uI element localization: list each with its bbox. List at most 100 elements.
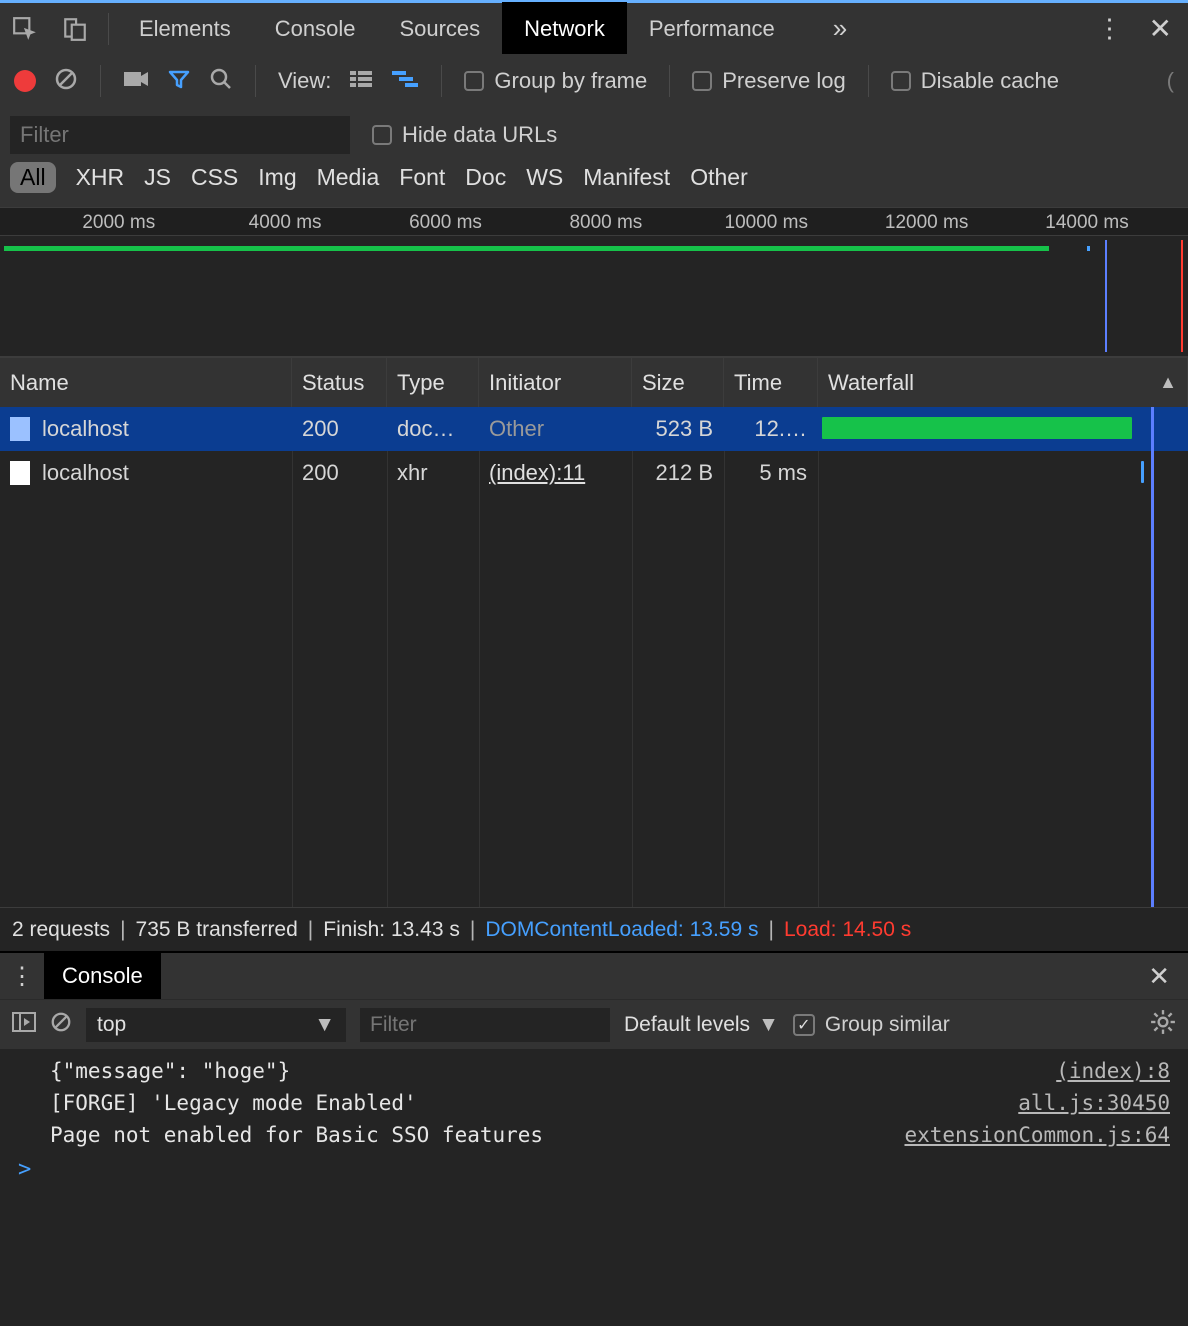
drawer-kebab-icon[interactable]: ⋮ bbox=[0, 962, 44, 991]
filter-type-other[interactable]: Other bbox=[690, 164, 748, 191]
preserve-log-checkbox[interactable]: Preserve log bbox=[692, 68, 846, 94]
timeline-overview[interactable]: 2000 ms4000 ms6000 ms8000 ms10000 ms1200… bbox=[0, 207, 1188, 357]
column-initiator[interactable]: Initiator bbox=[479, 358, 632, 407]
table-row[interactable]: localhost200doc…Other523 B12.… bbox=[0, 407, 1188, 451]
tab-elements[interactable]: Elements bbox=[117, 2, 253, 56]
group-by-frame-label: Group by frame bbox=[494, 68, 647, 94]
separator bbox=[100, 65, 101, 97]
view-label: View: bbox=[278, 68, 331, 94]
console-output[interactable]: {"message": "hoge"}(index):8[FORGE] 'Leg… bbox=[0, 1049, 1188, 1326]
table-row[interactable]: localhost200xhr(index):11212 B5 ms bbox=[0, 451, 1188, 495]
hide-data-urls-label: Hide data URLs bbox=[402, 122, 557, 148]
filter-bar: Hide data URLs All XHR JS CSS Img Media Font Do… bbox=[0, 108, 1188, 207]
timeline-tick: 14000 ms bbox=[1045, 212, 1128, 234]
drawer-close-icon[interactable]: ✕ bbox=[1130, 961, 1188, 992]
status-transferred: 735 B transferred bbox=[136, 918, 298, 942]
tab-console[interactable]: Console bbox=[253, 2, 378, 56]
console-message[interactable]: [FORGE] 'Legacy mode Enabled'all.js:3045… bbox=[0, 1087, 1188, 1119]
request-size: 523 B bbox=[632, 416, 724, 442]
console-message-text: Page not enabled for Basic SSO features bbox=[50, 1123, 543, 1147]
console-message[interactable]: {"message": "hoge"}(index):8 bbox=[0, 1055, 1188, 1087]
drawer-tab-console[interactable]: Console bbox=[44, 953, 161, 999]
separator bbox=[868, 65, 869, 97]
clear-icon[interactable] bbox=[54, 67, 78, 96]
chevron-down-icon: ▼ bbox=[758, 1013, 779, 1037]
column-type[interactable]: Type bbox=[387, 358, 479, 407]
close-icon[interactable]: ✕ bbox=[1149, 12, 1172, 45]
console-message-source[interactable]: extensionCommon.js:64 bbox=[904, 1123, 1170, 1147]
filter-type-manifest[interactable]: Manifest bbox=[583, 164, 670, 191]
console-prompt[interactable]: > bbox=[0, 1151, 1188, 1188]
overflow-icon[interactable]: » bbox=[819, 13, 861, 44]
filter-type-all[interactable]: All bbox=[10, 162, 56, 193]
request-type: doc… bbox=[387, 416, 479, 442]
search-icon[interactable] bbox=[209, 67, 233, 96]
filter-type-font[interactable]: Font bbox=[399, 164, 445, 191]
request-type: xhr bbox=[387, 460, 479, 486]
waterfall-cell bbox=[818, 451, 1188, 495]
console-message[interactable]: Page not enabled for Basic SSO features e… bbox=[0, 1119, 1188, 1151]
timeline-tick: 6000 ms bbox=[409, 212, 482, 234]
console-sidebar-toggle-icon[interactable] bbox=[12, 1012, 36, 1037]
preserve-log-label: Preserve log bbox=[722, 68, 846, 94]
main-tabs: ElementsConsoleSourcesNetworkPerformance bbox=[117, 2, 797, 56]
column-waterfall[interactable]: Waterfall▲ bbox=[818, 358, 1188, 407]
filter-type-img[interactable]: Img bbox=[258, 164, 296, 191]
filter-type-doc[interactable]: Doc bbox=[465, 164, 506, 191]
request-time: 5 ms bbox=[724, 460, 818, 486]
console-clear-icon[interactable] bbox=[50, 1011, 72, 1038]
filter-type-row: All XHR JS CSS Img Media Font Doc WS Manifest Othe… bbox=[10, 162, 1178, 201]
large-rows-icon[interactable] bbox=[349, 69, 373, 94]
filter-input[interactable] bbox=[10, 116, 350, 154]
request-status: 200 bbox=[292, 460, 387, 486]
filter-type-media[interactable]: Media bbox=[317, 164, 380, 191]
column-status[interactable]: Status bbox=[292, 358, 387, 407]
filter-type-xhr[interactable]: XHR bbox=[76, 164, 125, 191]
context-value: top bbox=[97, 1013, 126, 1037]
timeline-body[interactable] bbox=[0, 236, 1188, 356]
timeline-tick: 12000 ms bbox=[885, 212, 968, 234]
group-similar-checkbox[interactable]: Group similar bbox=[793, 1013, 950, 1037]
waterfall-view-icon[interactable] bbox=[391, 69, 419, 94]
console-filter-input[interactable] bbox=[360, 1008, 610, 1042]
camera-icon[interactable] bbox=[123, 69, 149, 94]
request-name: localhost bbox=[42, 460, 129, 486]
filter-icon[interactable] bbox=[167, 67, 191, 96]
inspect-icon[interactable] bbox=[0, 2, 50, 56]
request-initiator: Other bbox=[489, 416, 544, 441]
console-settings-icon[interactable] bbox=[1150, 1009, 1176, 1040]
disable-cache-checkbox[interactable]: Disable cache bbox=[891, 68, 1059, 94]
status-load: Load: 14.50 s bbox=[784, 918, 911, 942]
file-icon bbox=[10, 417, 30, 441]
column-time[interactable]: Time bbox=[724, 358, 818, 407]
file-icon bbox=[10, 461, 30, 485]
column-name[interactable]: Name bbox=[0, 358, 292, 407]
tab-performance[interactable]: Performance bbox=[627, 2, 797, 56]
console-drawer: ⋮ Console ✕ top ▼ Default levels ▼ Group… bbox=[0, 951, 1188, 1326]
group-by-frame-checkbox[interactable]: Group by frame bbox=[464, 68, 647, 94]
tab-sources[interactable]: Sources bbox=[377, 2, 502, 56]
group-similar-label: Group similar bbox=[825, 1013, 950, 1037]
filter-type-ws[interactable]: WS bbox=[526, 164, 563, 191]
network-toolbar: View: Group by frame Preserve log Disabl… bbox=[0, 54, 1188, 108]
hide-data-urls-checkbox[interactable]: Hide data URLs bbox=[372, 122, 557, 148]
request-table: Name Status Type Initiator Size Time Wat… bbox=[0, 357, 1188, 907]
chevron-down-icon: ▼ bbox=[314, 1013, 335, 1037]
filter-type-js[interactable]: JS bbox=[144, 164, 171, 191]
timeline-ruler: 2000 ms4000 ms6000 ms8000 ms10000 ms1200… bbox=[0, 208, 1188, 236]
request-time: 12.… bbox=[724, 416, 818, 442]
overview-bar bbox=[4, 246, 1049, 251]
filter-type-css[interactable]: CSS bbox=[191, 164, 238, 191]
log-level-selector[interactable]: Default levels ▼ bbox=[624, 1013, 779, 1037]
console-message-source[interactable]: all.js:30450 bbox=[1018, 1091, 1170, 1115]
device-toggle-icon[interactable] bbox=[50, 2, 100, 56]
request-initiator[interactable]: (index):11 bbox=[489, 460, 585, 485]
overflow-indicator: ( bbox=[1167, 68, 1174, 94]
timeline-tick: 10000 ms bbox=[725, 212, 808, 234]
tab-network[interactable]: Network bbox=[502, 2, 627, 56]
column-size[interactable]: Size bbox=[632, 358, 724, 407]
kebab-menu-icon[interactable]: ⋮ bbox=[1097, 13, 1123, 44]
context-selector[interactable]: top ▼ bbox=[86, 1008, 346, 1042]
console-message-source[interactable]: (index):8 bbox=[1056, 1059, 1170, 1083]
record-icon[interactable] bbox=[14, 70, 36, 92]
